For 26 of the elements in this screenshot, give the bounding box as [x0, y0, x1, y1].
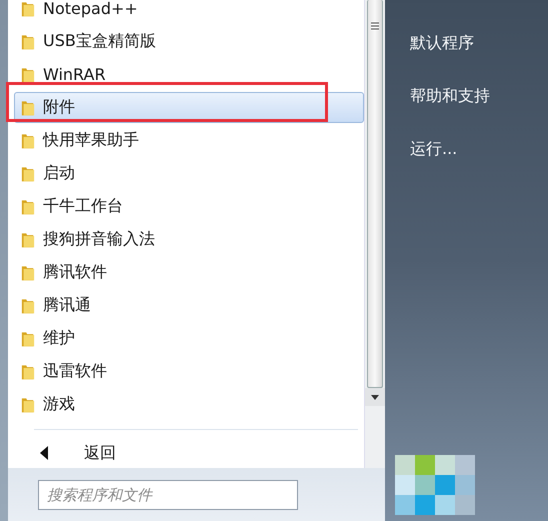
back-arrow-icon	[40, 446, 48, 460]
program-folder-item[interactable]: 启动	[14, 158, 364, 189]
program-folder-item[interactable]: 快用苹果助手	[14, 125, 364, 156]
menu-link[interactable]: 默认程序	[410, 17, 474, 70]
program-folder-item[interactable]: Notepad++	[14, 0, 364, 24]
scrollbar[interactable]	[364, 0, 385, 468]
scroll-thumb[interactable]	[367, 0, 383, 388]
program-folder-item[interactable]: 迅雷软件	[14, 356, 364, 387]
program-folder-item[interactable]: 腾讯软件	[14, 257, 364, 288]
program-folder-item[interactable]: 腾讯通	[14, 290, 364, 321]
program-folder-item[interactable]: 维护	[14, 323, 364, 354]
program-folder-item[interactable]: WinRAR	[14, 59, 364, 90]
start-logo-icon[interactable]	[395, 455, 475, 515]
program-folder-item[interactable]: 搜狗拼音输入法	[14, 224, 364, 255]
search-field[interactable]: 搜索程序和文件	[38, 480, 298, 510]
folder-icon	[21, 0, 35, 18]
program-folder-item[interactable]: USB宝盒精简版	[14, 26, 364, 57]
program-folder-item[interactable]: 千牛工作台	[14, 191, 364, 222]
menu-link[interactable]: 帮助和支持	[410, 70, 490, 123]
program-folder-item[interactable]: 游戏	[14, 389, 364, 420]
down-arrow-icon	[371, 394, 379, 400]
back-button[interactable]: 返回	[14, 438, 364, 468]
scroll-down-button[interactable]	[365, 388, 385, 406]
grip-icon	[371, 22, 379, 30]
menu-link[interactable]: 运行...	[410, 123, 458, 176]
program-folder-item[interactable]: 附件	[14, 92, 364, 123]
